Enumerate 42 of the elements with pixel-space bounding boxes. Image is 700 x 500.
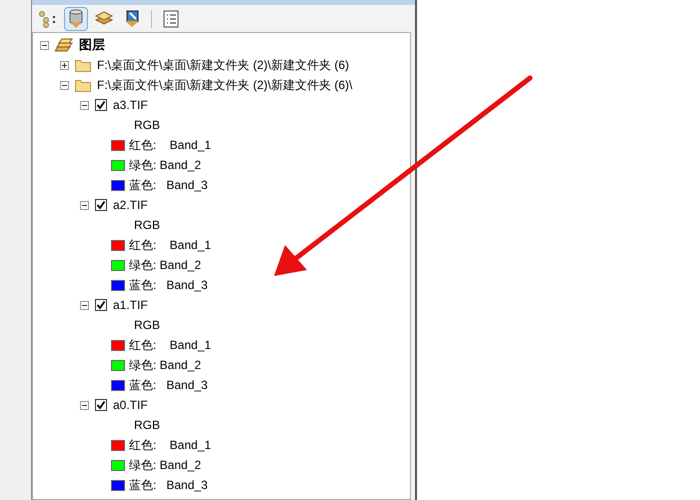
renderer-label: RGB bbox=[134, 417, 160, 434]
band-label: 红色: Band_1 bbox=[129, 437, 212, 454]
expand-icon[interactable] bbox=[60, 60, 69, 70]
collapse-icon[interactable] bbox=[80, 300, 89, 310]
collapse-icon[interactable] bbox=[60, 80, 69, 90]
checkbox[interactable] bbox=[95, 199, 107, 211]
band-label: 绿色: Band_2 bbox=[129, 257, 202, 274]
band-label: 红色: Band_1 bbox=[129, 237, 212, 254]
tree-nodes-icon bbox=[38, 10, 58, 28]
collapse-icon[interactable] bbox=[80, 400, 89, 410]
band-label: 蓝色: Band_3 bbox=[129, 477, 208, 494]
band-label: 红色: Band_1 bbox=[129, 337, 212, 354]
renderer-label: RGB bbox=[134, 317, 160, 334]
band-label: 红色: Band_1 bbox=[129, 137, 212, 154]
band-label: 绿色: Band_2 bbox=[129, 457, 202, 474]
checkbox[interactable] bbox=[95, 299, 107, 311]
layer-name[interactable]: a1.TIF bbox=[113, 296, 148, 314]
map-selection-icon bbox=[123, 8, 141, 28]
collapse-icon[interactable] bbox=[80, 100, 89, 110]
band-label: 蓝色: Band_3 bbox=[129, 277, 208, 294]
renderer-label: RGB bbox=[134, 117, 160, 134]
folder-icon bbox=[75, 58, 91, 72]
collapse-icon[interactable] bbox=[80, 200, 89, 210]
checkbox[interactable] bbox=[95, 399, 107, 411]
collapse-icon[interactable] bbox=[40, 40, 49, 50]
band-label: 蓝色: Band_3 bbox=[129, 377, 208, 394]
layer-name[interactable]: a3.TIF bbox=[113, 96, 148, 114]
database-icon bbox=[68, 8, 84, 28]
tree-item-label[interactable]: F:\桌面文件\桌面\新建文件夹 (2)\新建文件夹 (6) bbox=[97, 56, 349, 74]
layers-icon bbox=[94, 10, 114, 28]
layer-name[interactable]: a2.TIF bbox=[113, 196, 148, 214]
band-label: 绿色: Band_2 bbox=[129, 357, 202, 374]
band-label: 绿色: Band_2 bbox=[129, 157, 202, 174]
layer-name[interactable]: a0.TIF bbox=[113, 396, 148, 414]
renderer-label: RGB bbox=[134, 217, 160, 234]
layers-icon bbox=[55, 38, 73, 52]
checkbox[interactable] bbox=[95, 99, 107, 111]
folder-icon bbox=[75, 78, 91, 92]
options-list-icon bbox=[163, 10, 179, 28]
tree-item-label[interactable]: F:\桌面文件\桌面\新建文件夹 (2)\新建文件夹 (6)\ bbox=[97, 76, 352, 94]
tree-item-label[interactable]: 图层 bbox=[79, 35, 105, 55]
band-label: 蓝色: Band_3 bbox=[129, 177, 208, 194]
